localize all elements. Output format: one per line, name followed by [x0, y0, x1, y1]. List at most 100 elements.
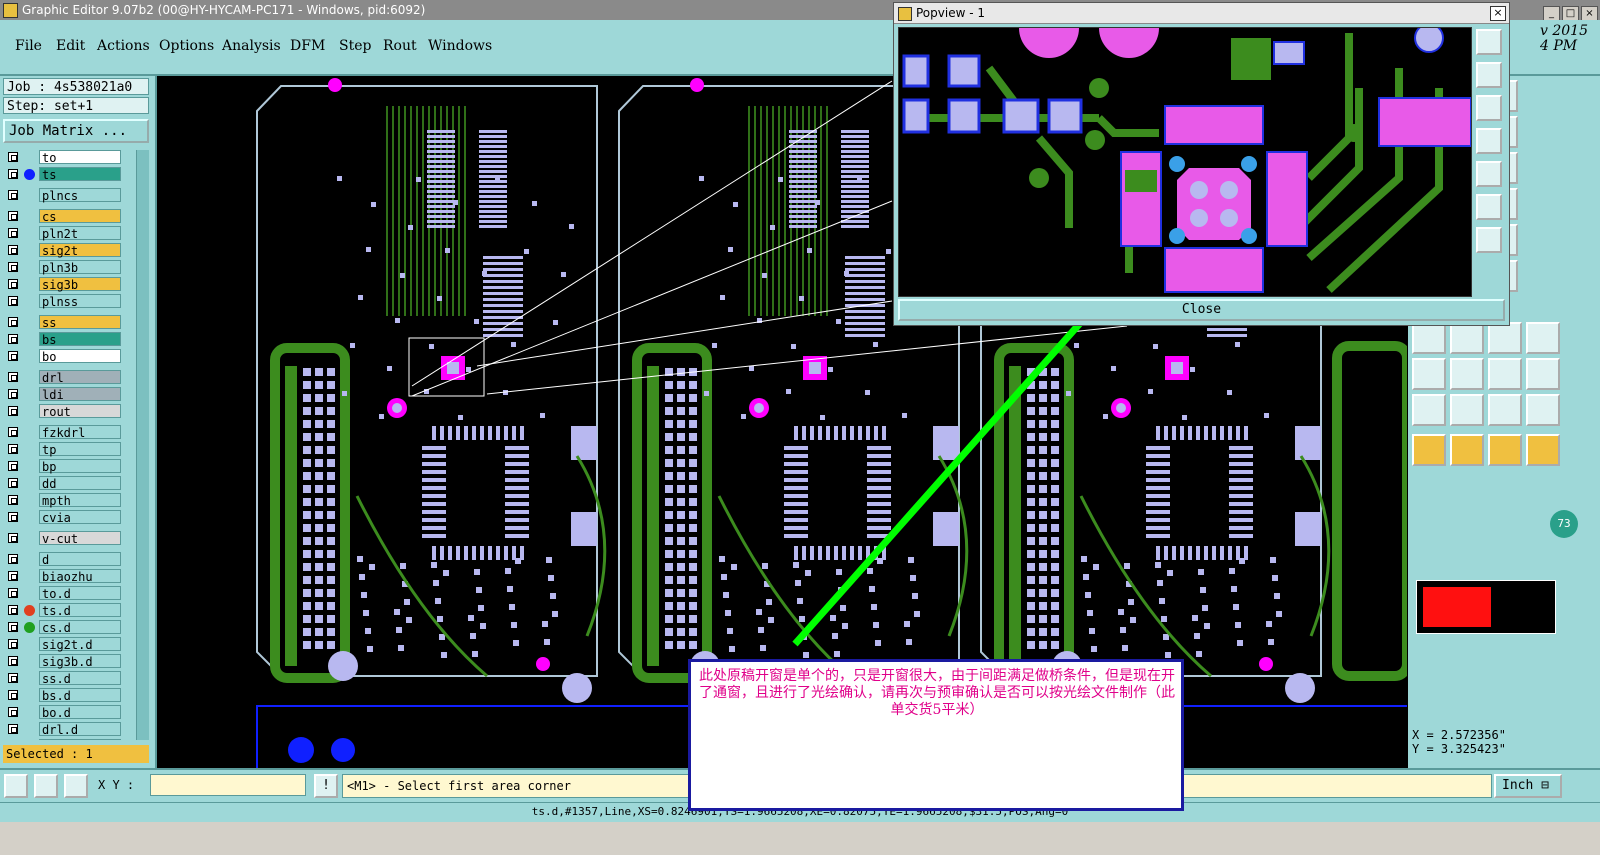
layer-checkbox[interactable] — [8, 427, 18, 437]
layer-row-tp[interactable]: tp — [4, 442, 134, 457]
layer-row-drl[interactable]: drl — [4, 370, 134, 385]
layer-row-d[interactable]: d — [4, 552, 134, 567]
popview-close-button[interactable]: Close — [898, 299, 1505, 321]
triangle-icon[interactable] — [1412, 394, 1446, 426]
layer-checkbox[interactable] — [8, 406, 18, 416]
layer-checkbox[interactable] — [8, 169, 18, 179]
layer-row-ss[interactable]: ss — [4, 315, 134, 330]
layer-name[interactable]: sig2t.d — [39, 637, 121, 652]
layer-checkbox[interactable] — [8, 389, 18, 399]
layer-checkbox[interactable] — [8, 190, 18, 200]
pointer-box-icon[interactable] — [1450, 434, 1484, 466]
layer-row-pln2t[interactable]: pln2t — [4, 226, 134, 241]
layer-row-bp[interactable]: bp — [4, 459, 134, 474]
layer-row-cs[interactable]: cs — [4, 209, 134, 224]
layer-name[interactable]: d — [39, 552, 121, 567]
layer-name[interactable]: sig3b — [39, 277, 121, 292]
layer-name[interactable]: bp — [39, 459, 121, 474]
layer-row-dd[interactable]: dd — [4, 476, 134, 491]
layer-row-fzkdrl[interactable]: fzkdrl — [4, 425, 134, 440]
layer-checkbox[interactable] — [8, 279, 18, 289]
layer-row-ss.d[interactable]: ss.d — [4, 671, 134, 686]
layer-name[interactable]: pln2t — [39, 226, 121, 241]
layer-row-bo[interactable]: bo — [4, 349, 134, 364]
layer-row-ldi[interactable]: ldi — [4, 387, 134, 402]
xy-input[interactable] — [150, 774, 306, 796]
layer-name[interactable]: to.d — [39, 586, 121, 601]
pointer-icon[interactable] — [1412, 434, 1446, 466]
layer-name[interactable]: v-cut — [39, 531, 121, 546]
zoom-out-icon[interactable] — [1476, 227, 1502, 253]
line-draw-icon[interactable] — [1412, 322, 1446, 354]
layer-name[interactable]: dd — [39, 476, 121, 491]
menu-windows[interactable]: Windows — [428, 38, 492, 54]
point-icon[interactable] — [1412, 358, 1446, 390]
layer-name[interactable]: bo — [39, 349, 121, 364]
layer-name[interactable]: drl — [39, 370, 121, 385]
menu-options[interactable]: Options — [159, 38, 214, 54]
layer-name[interactable]: tp — [39, 442, 121, 457]
pan-right-icon[interactable] — [1476, 161, 1502, 187]
layer-checkbox[interactable] — [8, 533, 18, 543]
layer-name[interactable]: ss — [39, 315, 121, 330]
menu-step[interactable]: Step — [339, 38, 371, 54]
layer-row-rout[interactable]: rout — [4, 404, 134, 419]
layer-name[interactable]: ldi — [39, 387, 121, 402]
layer-name[interactable]: rout.d — [39, 739, 121, 740]
menu-analysis[interactable]: Analysis — [222, 38, 281, 54]
triangle-move-icon[interactable] — [1526, 394, 1560, 426]
popview-close-icon[interactable]: × — [1490, 6, 1506, 21]
layer-name[interactable]: biaozhu — [39, 569, 121, 584]
line-slant-icon[interactable] — [1450, 322, 1484, 354]
layer-name[interactable]: pln3b — [39, 260, 121, 275]
layer-row-sig2t[interactable]: sig2t — [4, 243, 134, 258]
layer-checkbox[interactable] — [8, 211, 18, 221]
layer-checkbox[interactable] — [8, 571, 18, 581]
layer-name[interactable]: ts.d — [39, 603, 121, 618]
menu-edit[interactable]: Edit — [56, 38, 85, 54]
menu-actions[interactable]: Actions — [97, 38, 150, 54]
layer-checkbox[interactable] — [8, 639, 18, 649]
snap-grid-icon[interactable] — [64, 774, 88, 798]
zoom-in-icon[interactable] — [1476, 194, 1502, 220]
layer-name[interactable]: sig3b.d — [39, 654, 121, 669]
layer-row-biaozhu[interactable]: biaozhu — [4, 569, 134, 584]
layer-checkbox[interactable] — [8, 152, 18, 162]
layer-checkbox[interactable] — [8, 461, 18, 471]
layer-checkbox[interactable] — [8, 588, 18, 598]
layer-row-v-cut[interactable]: v-cut — [4, 531, 134, 546]
popview-canvas[interactable] — [898, 0, 1472, 297]
unit-selector[interactable]: Inch ⊟ — [1494, 774, 1562, 798]
layer-name[interactable]: ts — [39, 167, 121, 182]
pointer-move-icon[interactable] — [1488, 434, 1522, 466]
layer-checkbox[interactable] — [8, 554, 18, 564]
triangle-select-icon[interactable] — [1488, 394, 1522, 426]
layer-row-sig3b.d[interactable]: sig3b.d — [4, 654, 134, 669]
layer-row-bs.d[interactable]: bs.d — [4, 688, 134, 703]
layer-row-sig2t.d[interactable]: sig2t.d — [4, 637, 134, 652]
layer-list-scrollbar[interactable] — [136, 150, 149, 740]
layer-checkbox[interactable] — [8, 372, 18, 382]
alert-icon[interactable]: ! — [314, 774, 338, 798]
layer-row-pln3b[interactable]: pln3b — [4, 260, 134, 275]
zoom-area-icon[interactable] — [4, 774, 28, 798]
layer-row-rout.d[interactable]: rout.d — [4, 739, 134, 740]
layer-name[interactable]: sig2t — [39, 243, 121, 258]
layer-row-cs.d[interactable]: cs.d — [4, 620, 134, 635]
rotate-icon[interactable] — [1488, 322, 1522, 354]
layer-row-cvia[interactable]: cvia — [4, 510, 134, 525]
pan-left-icon[interactable] — [1476, 128, 1502, 154]
layer-name[interactable]: plncs — [39, 188, 121, 203]
layer-checkbox[interactable] — [8, 296, 18, 306]
layer-name[interactable]: bs — [39, 332, 121, 347]
layer-row-to[interactable]: to — [4, 150, 134, 165]
layer-checkbox[interactable] — [8, 478, 18, 488]
layer-name[interactable]: cs — [39, 209, 121, 224]
layer-name[interactable]: to — [39, 150, 121, 165]
layer-row-plnss[interactable]: plnss — [4, 294, 134, 309]
layer-name[interactable]: rout — [39, 404, 121, 419]
mirror-icon[interactable] — [1526, 322, 1560, 354]
measure-icon[interactable] — [34, 774, 58, 798]
layer-row-mpth[interactable]: mpth — [4, 493, 134, 508]
layer-row-bo.d[interactable]: bo.d — [4, 705, 134, 720]
